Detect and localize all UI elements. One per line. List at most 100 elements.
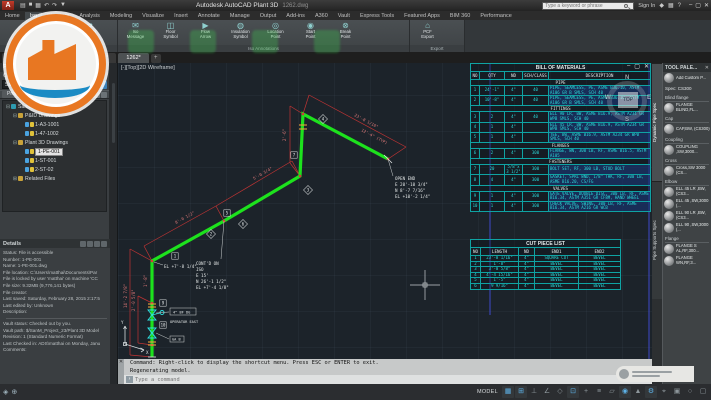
ribbon-tab-manage[interactable]: Manage <box>225 12 255 20</box>
transparency-icon[interactable]: ▱ <box>606 386 618 398</box>
palette-tool-flange-blind-fl[interactable]: FLANGE BLIND,FL... <box>663 102 711 114</box>
ribbon-button-floor-symbol[interactable]: ◫Floor Symbol <box>153 21 188 45</box>
tree-item-2-st-02[interactable]: 2-ST-02 <box>3 165 106 174</box>
palette-divider-strip[interactable] <box>110 63 118 384</box>
qat-icon[interactable]: ↶ <box>44 2 49 9</box>
ribbon-button-insulation-symbol[interactable]: ◍Insulation Symbol <box>223 21 258 45</box>
ribbon-tab-home[interactable]: Home <box>0 12 25 20</box>
doc-tab-drawing1[interactable]: Drawing1* <box>32 53 73 63</box>
tab-project[interactable]: Project <box>2 91 28 98</box>
doc-tab-1262[interactable]: 1262* <box>118 53 148 63</box>
workspace-gear-icon[interactable]: ⚙ <box>645 386 657 398</box>
ortho-icon[interactable]: ⊥ <box>528 386 540 398</box>
ribbon-button-pcf-export[interactable]: ⌂PCF Export <box>410 21 445 45</box>
command-input[interactable] <box>135 377 652 383</box>
tree-item-1-a3-1001[interactable]: 1-A3-1001 <box>3 120 106 129</box>
touch-mode-icon[interactable]: ⊕ <box>11 388 17 396</box>
ribbon-tab-performance[interactable]: Performance <box>475 12 517 20</box>
close-icon[interactable]: ✕ <box>119 359 123 365</box>
ribbon-tab-insert[interactable]: Insert <box>169 12 193 20</box>
polar-tracking-icon[interactable]: ∠ <box>541 386 553 398</box>
tree-toolbar-icon[interactable] <box>94 92 100 98</box>
help-search-input[interactable] <box>543 3 623 9</box>
qat-icon[interactable]: ▦ <box>35 2 41 9</box>
palette-tool-coupling-sw-3000[interactable]: COUPLING ,SW,3000... <box>663 144 711 156</box>
nav-wheel-icon[interactable]: ◈ <box>3 388 8 396</box>
viewcube[interactable]: TOP N W E S ⌂ <box>604 75 652 127</box>
ribbon-tab-iso[interactable]: Iso <box>25 12 42 20</box>
lineweight-icon[interactable]: ≡ <box>593 386 605 398</box>
palette-tab-dynamic-pipe-spec[interactable]: Dynamic Pipe Spec <box>652 63 662 181</box>
viewcube-south[interactable]: S <box>625 117 629 123</box>
new-tab-button[interactable]: + <box>151 54 161 63</box>
close-icon[interactable]: ✕ <box>704 2 709 9</box>
palette-tool-ell-45-sw-3000[interactable]: ELL 45 ,SW,3000 (... <box>663 198 711 210</box>
tree-item-plant-3d-drawings[interactable]: ⊟Plant 3D Drawings <box>3 138 106 147</box>
grid-icon[interactable]: ▦ <box>502 386 514 398</box>
iso-draft-icon[interactable]: ◇ <box>554 386 566 398</box>
ribbon-button-flow-arrow[interactable]: ▶Flow Arrow <box>188 21 223 45</box>
model-space-button[interactable]: MODEL <box>474 389 501 395</box>
palette-tool-ell-90-sw-3000[interactable]: ELL 90 ,SW,3000 (... <box>663 222 711 234</box>
selection-cycling-icon[interactable]: ◉ <box>619 386 631 398</box>
ribbon-tab-output[interactable]: Output <box>255 12 282 20</box>
ribbon-tab-featured-apps[interactable]: Featured Apps <box>399 12 445 20</box>
ribbon-tab-annotate[interactable]: Annotate <box>193 12 225 20</box>
ribbon-button-pcf-to-iso[interactable]: ⇄PCF to Iso <box>72 21 107 45</box>
ribbon-tab-express-tools[interactable]: Express Tools <box>355 12 399 20</box>
help-search-box[interactable] <box>542 2 634 10</box>
tree-toolbar-icon[interactable] <box>87 92 93 98</box>
ribbon-tab-analysis[interactable]: Analysis <box>74 12 104 20</box>
drawing-canvas[interactable]: [-][Top][2D Wireframe] –▢✕ <box>118 63 652 384</box>
ribbon-button-location-point[interactable]: ◎Location Point <box>258 21 293 45</box>
close-icon[interactable]: ✕ <box>705 65 709 71</box>
a360-icon[interactable]: ◆ <box>659 2 664 9</box>
osnap-icon[interactable]: ⊡ <box>567 386 579 398</box>
ribbon-tab-add-ins[interactable]: Add-ins <box>281 12 310 20</box>
tree-item-1-pe-001[interactable]: 1-PE-001 <box>3 147 106 156</box>
minimize-icon[interactable]: – <box>627 63 630 70</box>
snap-icon[interactable]: ⊞ <box>515 386 527 398</box>
palette-tool-ell-90-lr-bw-cs3[interactable]: ELL 90 LR ,BW, (CS3... <box>663 210 711 222</box>
tree-item-1-st-001[interactable]: 1-ST-001 <box>3 156 106 165</box>
details-toolbar-icon[interactable] <box>87 241 93 247</box>
qat-icon[interactable]: ▤ <box>20 2 26 9</box>
app-menu-button[interactable]: A <box>2 1 14 10</box>
tree-item-sanm-project-23[interactable]: ⊟SanM_Project_23 <box>3 102 106 111</box>
restore-icon[interactable]: ▢ <box>695 2 701 9</box>
notification-badge[interactable] <box>616 366 694 382</box>
ribbon-button-iso-message[interactable]: ✉Iso Message <box>118 21 153 45</box>
sign-in-link[interactable]: Sign In <box>638 3 655 9</box>
ribbon-tab-vault[interactable]: Vault <box>333 12 355 20</box>
restore-icon[interactable]: ▢ <box>634 63 640 70</box>
palette-tool-cross-sw-3000-cs[interactable]: Cross,SW 3000 (CS... <box>663 165 711 177</box>
current-project-dropdown[interactable]: SanM_Project_23 ▼ <box>2 80 87 89</box>
ribbon-tab-a360[interactable]: A360 <box>310 12 333 20</box>
isolate-objects-icon[interactable]: ○ <box>684 386 696 398</box>
tree-toolbar-icon[interactable] <box>101 92 107 98</box>
minimize-icon[interactable]: – <box>689 2 692 9</box>
ribbon-tab-modeling[interactable]: Modeling <box>105 12 137 20</box>
viewcube-north[interactable]: N <box>625 75 629 81</box>
ribbon-tab-visualize[interactable]: Visualize <box>137 12 169 20</box>
qat-icon[interactable]: ▼ <box>60 2 66 9</box>
tree-item-1-47-1002[interactable]: 1-47-1002 <box>3 129 106 138</box>
details-toolbar-icon[interactable] <box>80 241 86 247</box>
viewcube-top-face[interactable]: TOP <box>618 92 638 108</box>
palette-tool-add-custom-p[interactable]: Add Custom P... <box>663 72 711 84</box>
ribbon-tab-structure[interactable]: Structure <box>42 12 74 20</box>
tree-item-p-id-drawings[interactable]: ⊟P&ID Drawings <box>3 111 106 120</box>
viewcube-east[interactable]: E <box>647 95 651 101</box>
clean-screen-icon[interactable]: ▢ <box>697 386 709 398</box>
ribbon-button-start-point[interactable]: ◉Start Point <box>293 21 328 45</box>
qat-icon[interactable]: ■ <box>29 2 33 9</box>
qat-icon[interactable]: ↷ <box>52 2 57 9</box>
annotation-monitor-icon[interactable]: ⌖ <box>658 386 670 398</box>
scrollbar-handle[interactable] <box>112 83 115 143</box>
viewcube-home-icon[interactable]: ⌂ <box>600 71 603 77</box>
palette-tool-flange-wn-rf-3[interactable]: FLANGE WN,RF,3... <box>663 255 711 267</box>
palette-tab-pipe-supports-spec[interactable]: Pipe Supports Spec <box>652 181 662 299</box>
viewcube-west[interactable]: W <box>605 95 611 101</box>
quick-properties-icon[interactable]: ▣ <box>671 386 683 398</box>
details-toolbar-icon[interactable] <box>101 241 107 247</box>
